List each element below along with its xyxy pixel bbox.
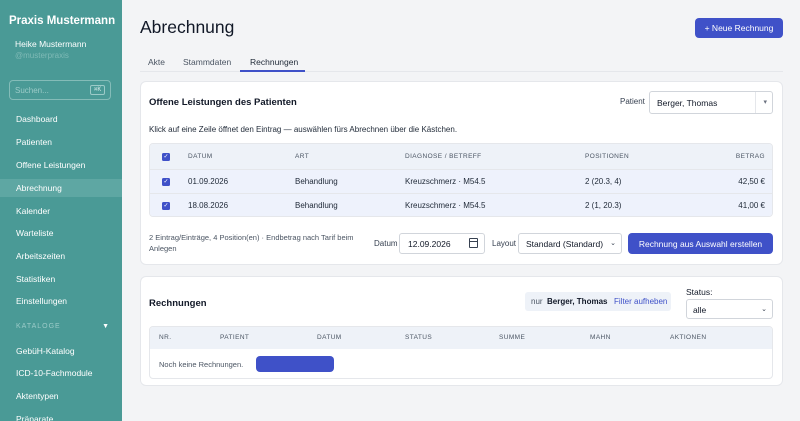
table-header: NR. PATIENT DATUM STATUS SUMME MAHN AKTI… [150, 327, 772, 349]
section-label: KATALOGE [16, 323, 61, 330]
invoices-title: Rechnungen [149, 298, 207, 309]
table-header: ✓ DATUM ART DIAGNOSE / BETREFF POSITIONE… [150, 144, 772, 170]
search-shortcut: ⌘K [90, 85, 105, 95]
status-label: Status: [686, 287, 713, 297]
clear-filter-link[interactable]: Filter aufheben [614, 297, 667, 306]
column-header-positionen: POSITIONEN [585, 153, 630, 160]
status-select-value: alle [693, 305, 707, 315]
sidebar-item-gebueh-katalog[interactable]: GebüH-Katalog [0, 342, 122, 360]
hint-text: Klick auf eine Zeile öffnet den Eintrag … [149, 125, 458, 134]
chevron-down-icon: ⌄ [610, 240, 616, 247]
column-header-art: ART [295, 153, 310, 160]
table-row[interactable]: ✓ 01.09.2026 Behandlung Kreuzschmerz · M… [150, 169, 772, 193]
page-title: Abrechnung [140, 17, 235, 37]
row-type: Behandlung [295, 201, 338, 210]
new-invoice-button[interactable]: + Neue Rechnung [695, 18, 783, 38]
status-select[interactable]: alle ⌄ [686, 299, 773, 319]
column-header-datum: DATUM [188, 153, 213, 160]
row-type: Behandlung [295, 177, 338, 186]
patient-label: Patient [620, 97, 645, 106]
row-diagnosis: Kreuzschmerz · M54.5 [405, 201, 486, 210]
date-input[interactable]: 12.09.2026 [399, 233, 485, 254]
column-header-diagnose: DIAGNOSE / BETREFF [405, 153, 482, 160]
layout-select[interactable]: Standard (Standard) ⌄ [518, 233, 622, 254]
invoices-table: NR. PATIENT DATUM STATUS SUMME MAHN AKTI… [149, 326, 773, 379]
tab-rechnungen[interactable]: Rechnungen [250, 57, 298, 67]
table-row[interactable]: ✓ 18.08.2026 Behandlung Kreuzschmerz · M… [150, 193, 772, 216]
tab-stammdaten[interactable]: Stammdaten [183, 57, 231, 67]
sidebar-item-kalender[interactable]: Kalender [0, 202, 122, 220]
sidebar: Praxis Mustermann Heike Mustermann @must… [0, 0, 122, 421]
patient-select[interactable]: Berger, Thomas ▾ [649, 91, 773, 114]
selection-summary: 2 Eintrag/Einträge, 4 Position(en) · End… [149, 233, 354, 253]
invoices-card: Rechnungen nur Berger, Thomas Filter auf… [140, 276, 783, 386]
sidebar-item-statistiken[interactable]: Statistiken [0, 270, 122, 288]
sidebar-item-dashboard[interactable]: Dashboard [0, 110, 122, 128]
sidebar-item-praeparate[interactable]: Präparate [0, 410, 122, 421]
column-header-datum: DATUM [317, 334, 342, 341]
user-handle: @musterpraxis [15, 51, 69, 60]
select-all-checkbox[interactable]: ✓ [162, 153, 170, 161]
create-invoice-button[interactable]: Rechnung aus Auswahl erstellen [628, 233, 773, 254]
tab-bar: Akte Stammdaten Rechnungen [140, 52, 783, 72]
select-divider [755, 92, 756, 113]
tab-akte[interactable]: Akte [148, 57, 165, 67]
row-date: 01.09.2026 [188, 177, 229, 186]
open-services-card: Offene Leistungen des Patienten Patient … [140, 81, 783, 265]
empty-state-button[interactable] [256, 356, 334, 372]
row-checkbox[interactable]: ✓ [162, 178, 170, 186]
layout-select-value: Standard (Standard) [526, 239, 604, 249]
row-amount: 42,50 € [738, 177, 765, 186]
row-date: 18.08.2026 [188, 201, 229, 210]
sidebar-search: ⌘K [9, 80, 111, 100]
row-checkbox[interactable]: ✓ [162, 202, 170, 210]
column-header-aktionen: AKTIONEN [670, 334, 707, 341]
row-amount: 41,00 € [738, 201, 765, 210]
row-diagnosis: Kreuzschmerz · M54.5 [405, 177, 486, 186]
column-header-betrag: BETRAG [735, 153, 765, 160]
sidebar-item-offene-leistungen[interactable]: Offene Leistungen [0, 156, 122, 174]
chevron-down-icon: ⌄ [761, 306, 767, 313]
patient-select-value: Berger, Thomas [657, 98, 718, 108]
brand-name: Praxis Mustermann [9, 15, 116, 27]
empty-state-text: Noch keine Rechnungen. [159, 360, 244, 369]
column-header-mahn: MAHN [590, 334, 611, 341]
sidebar-item-warteliste[interactable]: Warteliste [0, 224, 122, 242]
user-name: Heike Mustermann [15, 39, 87, 49]
chevron-down-icon: ▼ [102, 323, 110, 330]
patient-filter: nur Berger, Thomas Filter aufheben [525, 292, 671, 311]
main-content: Abrechnung + Neue Rechnung Akte Stammdat… [122, 0, 800, 421]
sidebar-item-arbeitszeiten[interactable]: Arbeitszeiten [0, 247, 122, 265]
sidebar-item-icd10[interactable]: ICD-10-Fachmodule [0, 364, 122, 382]
column-header-nr: NR. [159, 334, 172, 341]
column-header-status: STATUS [405, 334, 433, 341]
open-services-title: Offene Leistungen des Patienten [149, 97, 297, 108]
date-label: Datum [374, 239, 398, 248]
row-positions: 2 (20.3, 4) [585, 177, 622, 186]
chevron-down-icon: ▾ [763, 99, 767, 106]
sidebar-item-einstellungen[interactable]: Einstellungen [0, 292, 122, 310]
layout-label: Layout [492, 239, 517, 248]
filter-patient-name: Berger, Thomas [547, 297, 608, 306]
open-services-table: ✓ DATUM ART DIAGNOSE / BETREFF POSITIONE… [149, 143, 773, 217]
sidebar-item-aktentypen[interactable]: Aktentypen [0, 387, 122, 405]
calendar-icon[interactable] [469, 238, 478, 248]
column-header-patient: PATIENT [220, 334, 250, 341]
sidebar-item-abrechnung[interactable]: Abrechnung [0, 179, 122, 197]
section-kataloge[interactable]: KATALOGE ▼ [16, 323, 110, 330]
filter-prefix: nur [531, 297, 543, 306]
date-value: 12.09.2026 [408, 239, 451, 249]
sidebar-item-patienten[interactable]: Patienten [0, 133, 122, 151]
active-tab-indicator [240, 70, 305, 72]
column-header-summe: SUMME [499, 334, 526, 341]
search-input[interactable] [15, 84, 87, 97]
row-positions: 2 (1, 20.3) [585, 201, 622, 210]
